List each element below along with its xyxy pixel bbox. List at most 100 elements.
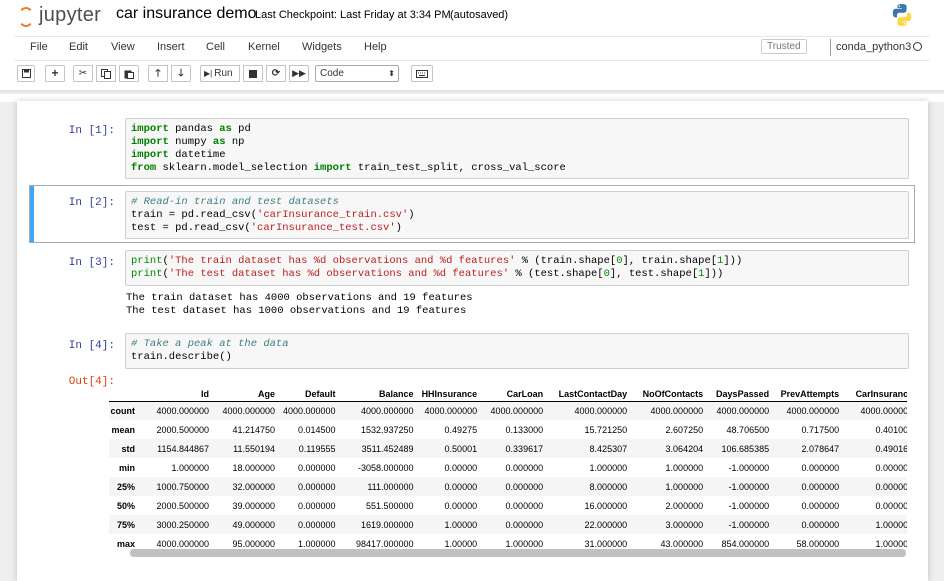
restart-button[interactable]: ⟳ (266, 65, 286, 82)
table-cell: 0.000000 (505, 462, 544, 473)
menu-file[interactable]: File (30, 41, 48, 53)
table-cell: 0.133000 (505, 424, 544, 435)
cell-output-text: The train dataset has 4000 observations … (126, 292, 473, 317)
arrow-down-icon: 🡓 (178, 68, 184, 79)
table-cell: 2.607250 (665, 424, 704, 435)
menu-cell[interactable]: Cell (206, 41, 225, 53)
table-cell: 48.706500 (726, 424, 770, 435)
code-input[interactable]: # Read-in train and test datasets train … (125, 191, 909, 239)
table-cell: 1.000000 (589, 462, 628, 473)
table-row: min 1.000000 18.000000 0.000000 -3058.000000… (109, 458, 907, 477)
table-cell: 1.000000 (665, 481, 704, 492)
restart-icon: ⟳ (271, 68, 281, 79)
code-input[interactable]: print('The train dataset has %d observat… (125, 250, 909, 286)
table-cell: -1.000000 (728, 519, 770, 530)
last-checkpoint: Last Checkpoint: Last Friday at 3:34 PM (255, 9, 451, 21)
notebook-container: In [1]: import pandas as pd import numpy… (17, 101, 928, 581)
move-down-button[interactable]: 🡓 (171, 65, 191, 82)
table-cell: 0.00000 (444, 500, 478, 511)
command-palette-button[interactable] (411, 65, 433, 82)
table-cell: 111.000000 (367, 481, 414, 492)
table-cell: 0.119555 (298, 443, 336, 454)
kernel-idle-indicator-icon (913, 42, 922, 51)
table-cell: 3000.250000 (156, 519, 209, 530)
select-arrows-icon: ⬍ (388, 69, 395, 78)
table-cell: 0.000000 (505, 481, 544, 492)
menu-widgets[interactable]: Widgets (302, 41, 342, 53)
menu-kernel[interactable]: Kernel (248, 41, 280, 53)
interrupt-button[interactable] (243, 65, 263, 82)
table-cell: 0.000000 (875, 462, 907, 473)
table-cell: 8.000000 (589, 481, 628, 492)
table-cell: -1.000000 (728, 500, 770, 511)
table-cell: 4000.000000 (716, 405, 770, 416)
save-button[interactable] (17, 65, 35, 82)
table-cell: 4000.000000 (786, 405, 840, 416)
table-cell: 1532.937250 (361, 424, 414, 435)
table-cell: 1619.000000 (361, 519, 414, 530)
scissors-icon: ✂ (78, 68, 88, 79)
column-header: HHInsurance (417, 382, 482, 402)
notebook-title[interactable]: car insurance demo (116, 5, 257, 23)
table-cell: 15.721250 (584, 424, 628, 435)
code-cell-1[interactable]: In [1]: import pandas as pd import numpy… (29, 117, 915, 181)
fast-forward-icon: ▶▶ (292, 68, 306, 78)
table-row: 75% 3000.250000 49.000000 0.000000 1619.0000… (109, 515, 907, 534)
table-cell: 551.500000 (366, 500, 414, 511)
arrow-up-icon: 🡑 (155, 68, 161, 79)
table-cell: 0.000000 (298, 481, 336, 492)
menu-help[interactable]: Help (364, 41, 387, 53)
code-cell-2[interactable]: In [2]: # Read-in train and test dataset… (29, 185, 915, 243)
table-cell: 1.00000 (444, 519, 478, 530)
table-cell: 2.000000 (665, 500, 704, 511)
table-cell: 18.000000 (232, 462, 275, 473)
code-input[interactable]: # Take a peak at the data train.describe… (125, 333, 909, 369)
table-cell: 0.000000 (298, 462, 336, 473)
column-header: NoOfContacts (631, 382, 708, 402)
row-label: 25% (116, 481, 135, 492)
scrollbar-thumb[interactable] (130, 549, 906, 557)
table-cell: 1.000000 (875, 519, 907, 530)
horizontal-scrollbar[interactable] (130, 549, 906, 557)
save-icon (21, 69, 31, 78)
move-up-button[interactable]: 🡑 (148, 65, 168, 82)
copy-button[interactable] (96, 65, 116, 82)
jupyter-logo[interactable]: jupyter (18, 4, 106, 30)
table-cell: 3.000000 (665, 519, 704, 530)
row-label: count (110, 405, 136, 416)
table-cell: 0.00000 (444, 462, 478, 473)
table-cell: 4000.000000 (490, 405, 544, 416)
run-label: Run (214, 68, 233, 79)
run-button[interactable]: ▶| Run (200, 65, 240, 82)
menu-bar: File Edit View Insert Cell Kernel Widget… (14, 36, 930, 58)
trusted-badge[interactable]: Trusted (761, 39, 807, 54)
table-row: std 1154.844867 11.550194 0.119555 3511.4524… (109, 439, 907, 458)
table-cell: 1.000000 (171, 462, 209, 473)
table-cell: -3058.000000 (358, 462, 414, 473)
code-cell-3[interactable]: In [3]: print('The train dataset has %d … (29, 249, 915, 325)
menu-edit[interactable]: Edit (69, 41, 88, 53)
menu-insert[interactable]: Insert (157, 41, 185, 53)
restart-run-all-button[interactable]: ▶▶ (289, 65, 309, 82)
table-cell: 3511.452489 (361, 443, 414, 454)
keyboard-icon (416, 70, 428, 78)
table-cell: 0.717500 (801, 424, 840, 435)
table-cell: 0.00000 (444, 481, 478, 492)
cut-button[interactable]: ✂ (73, 65, 93, 82)
code-input[interactable]: import pandas as pd import numpy as np i… (125, 118, 909, 179)
table-cell: 0.49275 (444, 424, 478, 435)
kernel-name[interactable]: conda_python3 (830, 39, 911, 56)
insert-cell-button[interactable]: + (45, 65, 65, 82)
paste-button[interactable] (119, 65, 139, 82)
input-prompt: In [3]: (68, 257, 115, 269)
cell-type-select[interactable]: Code ⬍ (315, 65, 399, 82)
menu-view[interactable]: View (111, 41, 135, 53)
input-prompt: In [1]: (68, 125, 115, 137)
table-cell: 0.014500 (298, 424, 336, 435)
table-cell: 106.685385 (721, 443, 770, 454)
table-cell: 49.000000 (232, 519, 275, 530)
table-cell: 4000.000000 (424, 405, 478, 416)
table-cell: 0.000000 (801, 481, 840, 492)
plus-icon: + (51, 66, 59, 80)
table-cell: 4000.000000 (574, 405, 628, 416)
